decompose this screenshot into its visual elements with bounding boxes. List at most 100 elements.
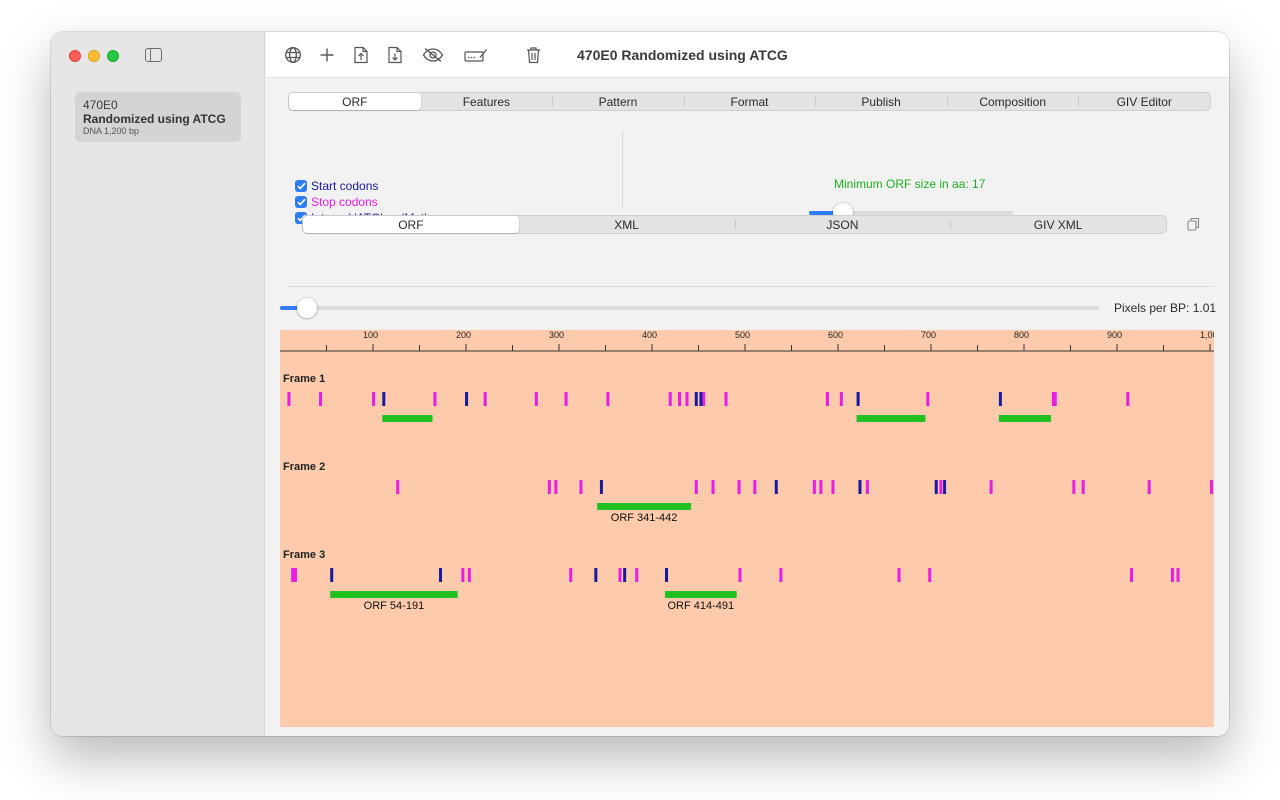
tab-format[interactable]: Format: [683, 93, 816, 110]
globe-icon[interactable]: [283, 45, 303, 65]
start-codons-checkbox[interactable]: [295, 180, 307, 192]
frame-label: Frame 1: [283, 373, 325, 385]
stop-codon-mark: [291, 568, 295, 582]
min-orf-size-label: Minimum ORF size in aa: 17: [834, 177, 985, 191]
orf-bar[interactable]: [856, 415, 926, 422]
stop-codon-mark: [293, 568, 297, 582]
start-codons-label: Start codons: [311, 179, 379, 193]
stop-codon-mark: [724, 392, 728, 406]
trash-icon[interactable]: [523, 45, 543, 65]
start-codon-mark: [465, 392, 469, 406]
ruler-tick-label: 800: [1014, 330, 1029, 340]
close-window-button[interactable]: [69, 50, 81, 62]
output-tab-json[interactable]: JSON: [734, 216, 951, 233]
start-codon-mark: [858, 480, 862, 494]
start-codon-mark: [439, 568, 443, 582]
minimize-window-button[interactable]: [88, 50, 100, 62]
stop-codon-mark: [819, 480, 823, 494]
main-content: ORF Features Pattern Format Publish Comp…: [266, 79, 1229, 736]
document-title: Randomized using ATCG: [83, 112, 226, 126]
ruler-tick-label: 300: [549, 330, 564, 340]
orf-label: ORF 414-491: [667, 600, 734, 612]
stop-codon-mark: [939, 480, 943, 494]
stop-codon-mark: [635, 568, 639, 582]
export-icon[interactable]: [351, 45, 371, 65]
main-tab-bar: ORF Features Pattern Format Publish Comp…: [288, 92, 1211, 111]
output-tab-orf[interactable]: ORF: [303, 216, 519, 233]
stop-codon-mark: [779, 568, 783, 582]
stop-codon-mark: [926, 392, 930, 406]
stop-codon-mark: [685, 392, 689, 406]
start-codon-mark: [774, 480, 778, 494]
zoom-window-button[interactable]: [107, 50, 119, 62]
tab-publish[interactable]: Publish: [815, 93, 947, 110]
stop-codon-mark: [738, 568, 742, 582]
stop-codon-mark: [433, 392, 437, 406]
start-codon-mark: [382, 392, 386, 406]
ruler-tick-label: 700: [921, 330, 936, 340]
stop-codons-checkbox[interactable]: [295, 196, 307, 208]
eye-slash-icon[interactable]: [421, 45, 445, 65]
stop-codon-mark: [825, 392, 829, 406]
ruler-tick-label: 900: [1107, 330, 1122, 340]
stop-codons-option[interactable]: Stop codons: [295, 195, 378, 209]
orf-bar[interactable]: [597, 503, 692, 510]
stop-codon-mark: [839, 392, 843, 406]
ruler-tick-label: 200: [456, 330, 471, 340]
orf-bar[interactable]: [665, 591, 737, 598]
tab-orf[interactable]: ORF: [289, 93, 421, 110]
pixels-per-bp-label: Pixels per BP: 1.01: [1114, 301, 1216, 315]
tab-pattern[interactable]: Pattern: [552, 93, 684, 110]
orf-bar[interactable]: [382, 415, 433, 422]
start-codon-mark: [330, 568, 334, 582]
tab-giv-editor[interactable]: GIV Editor: [1078, 93, 1210, 110]
stop-codon-mark: [618, 568, 622, 582]
stop-codon-mark: [865, 480, 869, 494]
orf-map-canvas: 100 200 300 400 500 600 700 800 900 1,000 Frame 1 F…: [280, 330, 1214, 727]
plus-icon[interactable]: [317, 45, 337, 65]
start-codons-option[interactable]: Start codons: [295, 179, 378, 193]
options-divider: [622, 131, 623, 207]
stop-codon-mark: [1210, 480, 1213, 494]
tab-features[interactable]: Features: [421, 93, 553, 110]
ppbp-slider-knob[interactable]: [297, 298, 317, 318]
stop-codon-mark: [928, 568, 932, 582]
app-window: 470E0 Randomized using ATCG DNA 1,200 bp…: [51, 32, 1229, 736]
tab-composition[interactable]: Composition: [946, 93, 1079, 110]
sidebar: 470E0 Randomized using ATCG DNA 1,200 bp: [51, 32, 265, 736]
start-codon-mark: [623, 568, 627, 582]
sidebar-toggle-icon[interactable]: [145, 48, 162, 62]
orf-bar[interactable]: [330, 591, 458, 598]
output-tab-xml[interactable]: XML: [519, 216, 735, 233]
stop-codon-mark: [483, 392, 487, 406]
stop-codon-mark: [812, 480, 816, 494]
stop-codon-mark: [554, 480, 558, 494]
stop-codon-mark: [579, 480, 583, 494]
ruler-tick-label: 500: [735, 330, 750, 340]
signature-icon[interactable]: [464, 45, 488, 65]
stop-codon-mark: [547, 480, 551, 494]
document-list-item[interactable]: 470E0 Randomized using ATCG DNA 1,200 bp: [75, 92, 241, 142]
stop-codon-mark: [564, 392, 568, 406]
pixels-per-bp-slider[interactable]: [280, 298, 1099, 318]
frame-label: Frame 3: [283, 549, 325, 561]
output-tab-giv-xml[interactable]: GIV XML: [950, 216, 1166, 233]
start-codon-mark: [934, 480, 938, 494]
stop-codon-mark: [467, 568, 471, 582]
stop-codon-mark: [711, 480, 715, 494]
start-codon-mark: [665, 568, 669, 582]
pixels-per-bp-value: 1.01: [1192, 301, 1217, 315]
copy-icon[interactable]: [1186, 217, 1200, 231]
orf-label: ORF 54-191: [364, 600, 425, 612]
start-codon-mark: [943, 480, 947, 494]
stop-codon-mark: [1176, 568, 1180, 582]
start-codon-mark: [699, 392, 703, 406]
start-codon-mark: [599, 480, 603, 494]
import-icon[interactable]: [385, 45, 405, 65]
min-orf-size-value: 17: [972, 177, 986, 191]
stop-codon-mark: [897, 568, 901, 582]
stop-codon-mark: [737, 480, 741, 494]
orf-bar[interactable]: [998, 415, 1051, 422]
window-title: 470E0 Randomized using ATCG: [577, 47, 788, 63]
toolbar: 470E0 Randomized using ATCG: [266, 32, 1229, 78]
